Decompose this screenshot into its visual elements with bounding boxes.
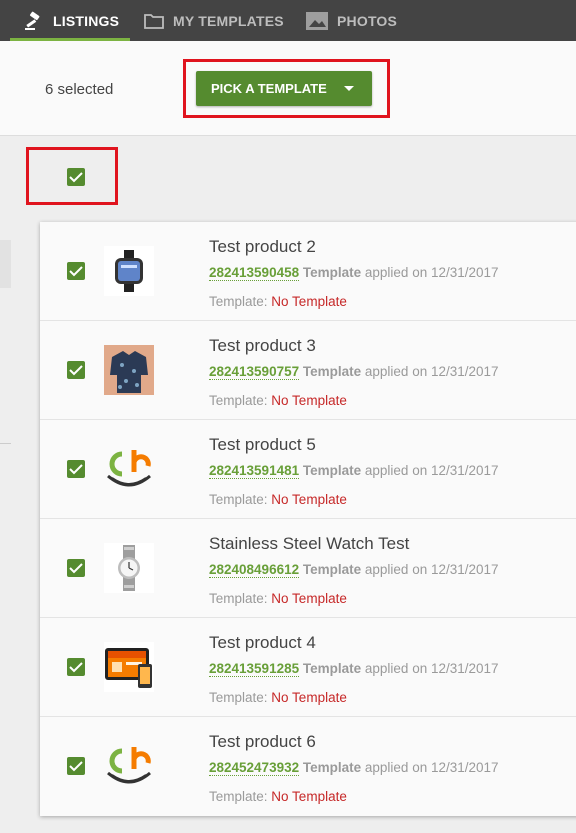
tab-photos[interactable]: PHOTOS bbox=[306, 0, 397, 41]
template-word: Template bbox=[302, 265, 362, 280]
listing-row[interactable]: Test product 4 282413591285 Template app… bbox=[40, 618, 576, 717]
template-word: Template bbox=[302, 562, 362, 577]
template-line: Template: No Template bbox=[209, 393, 347, 408]
template-line: Template: No Template bbox=[209, 591, 347, 606]
template-word: Template bbox=[302, 661, 362, 676]
listing-title[interactable]: Stainless Steel Watch Test bbox=[209, 534, 409, 554]
applied-date: applied on 12/31/2017 bbox=[364, 265, 499, 280]
listing-meta: 282408496612 Template applied on 12/31/2… bbox=[209, 562, 499, 578]
select-all-checkbox[interactable] bbox=[67, 168, 85, 186]
watch-thumbnail[interactable] bbox=[104, 543, 154, 593]
template-label: Template: bbox=[209, 492, 268, 507]
listing-checkbox[interactable] bbox=[67, 757, 85, 775]
listing-title[interactable]: Test product 4 bbox=[209, 633, 316, 653]
applied-date: applied on 12/31/2017 bbox=[364, 364, 499, 379]
template-value: No Template bbox=[271, 393, 347, 408]
template-value: No Template bbox=[271, 591, 347, 606]
listing-item-id[interactable]: 282413591481 bbox=[209, 463, 300, 479]
shirt-thumbnail[interactable] bbox=[104, 345, 154, 395]
listing-meta: 282413591481 Template applied on 12/31/2… bbox=[209, 463, 499, 479]
top-nav: LISTINGS MY TEMPLATES PHOTOS bbox=[0, 0, 576, 41]
template-word: Template bbox=[302, 463, 362, 478]
listing-title[interactable]: Test product 2 bbox=[209, 237, 316, 257]
template-line: Template: No Template bbox=[209, 294, 347, 309]
listing-row[interactable]: Test product 5 282413591481 Template app… bbox=[40, 420, 576, 519]
listing-item-id[interactable]: 282413590757 bbox=[209, 364, 300, 380]
gavel-icon bbox=[24, 11, 44, 31]
template-label: Template: bbox=[209, 690, 268, 705]
applied-date: applied on 12/31/2017 bbox=[364, 661, 499, 676]
listing-title[interactable]: Test product 6 bbox=[209, 732, 316, 752]
template-value: No Template bbox=[271, 690, 347, 705]
listing-item-id[interactable]: 282408496612 bbox=[209, 562, 300, 578]
selected-count: 6 selected bbox=[45, 81, 114, 98]
applied-date: applied on 12/31/2017 bbox=[364, 463, 499, 478]
listing-meta: 282413590757 Template applied on 12/31/2… bbox=[209, 364, 499, 380]
smartwatch-thumbnail[interactable] bbox=[104, 246, 154, 296]
listing-row[interactable]: Test product 6 282452473932 Template app… bbox=[40, 717, 576, 816]
tab-listings-label: LISTINGS bbox=[53, 12, 120, 29]
listing-item-id[interactable]: 282413590458 bbox=[209, 265, 300, 281]
template-value: No Template bbox=[271, 492, 347, 507]
logo-thumbnail[interactable] bbox=[104, 444, 154, 494]
template-word: Template bbox=[302, 364, 362, 379]
folder-icon bbox=[144, 13, 164, 29]
bulk-action-bar: 6 selected PICK A TEMPLATE bbox=[0, 41, 576, 136]
image-icon bbox=[306, 11, 328, 30]
template-label: Template: bbox=[209, 789, 268, 804]
listing-row[interactable]: Test product 3 282413590757 Template app… bbox=[40, 321, 576, 420]
listing-item-id[interactable]: 282452473932 bbox=[209, 760, 300, 776]
pick-template-label: PICK A TEMPLATE bbox=[211, 81, 327, 96]
listing-meta: 282413591285 Template applied on 12/31/2… bbox=[209, 661, 499, 677]
listing-meta: 282413590458 Template applied on 12/31/2… bbox=[209, 265, 499, 281]
listing-checkbox[interactable] bbox=[67, 559, 85, 577]
pick-template-button[interactable]: PICK A TEMPLATE bbox=[196, 71, 372, 106]
applied-date: applied on 12/31/2017 bbox=[364, 562, 499, 577]
caret-down-icon bbox=[344, 86, 354, 91]
template-line: Template: No Template bbox=[209, 789, 347, 804]
tab-listings[interactable]: LISTINGS bbox=[24, 0, 119, 41]
side-panel-edge bbox=[0, 240, 11, 288]
template-line: Template: No Template bbox=[209, 492, 347, 507]
listing-row[interactable]: Test product 2 282413590458 Template app… bbox=[40, 222, 576, 321]
listing-checkbox[interactable] bbox=[67, 658, 85, 676]
listing-title[interactable]: Test product 3 bbox=[209, 336, 316, 356]
template-line: Template: No Template bbox=[209, 690, 347, 705]
template-value: No Template bbox=[271, 789, 347, 804]
logo-thumbnail[interactable] bbox=[104, 741, 154, 791]
listing-row[interactable]: Stainless Steel Watch Test 282408496612 … bbox=[40, 519, 576, 618]
tab-my-templates-label: MY TEMPLATES bbox=[173, 12, 284, 29]
template-label: Template: bbox=[209, 393, 268, 408]
applied-date: applied on 12/31/2017 bbox=[364, 760, 499, 775]
template-word: Template bbox=[302, 760, 362, 775]
devices-thumbnail[interactable] bbox=[104, 642, 154, 692]
template-label: Template: bbox=[209, 591, 268, 606]
tab-my-templates[interactable]: MY TEMPLATES bbox=[144, 0, 284, 41]
listing-meta: 282452473932 Template applied on 12/31/2… bbox=[209, 760, 499, 776]
template-value: No Template bbox=[271, 294, 347, 309]
listing-item-id[interactable]: 282413591285 bbox=[209, 661, 300, 677]
listing-checkbox[interactable] bbox=[67, 361, 85, 379]
listing-checkbox[interactable] bbox=[67, 460, 85, 478]
side-divider bbox=[0, 443, 11, 444]
tab-photos-label: PHOTOS bbox=[337, 12, 398, 29]
listing-checkbox[interactable] bbox=[67, 262, 85, 280]
template-label: Template: bbox=[209, 294, 268, 309]
listing-title[interactable]: Test product 5 bbox=[209, 435, 316, 455]
listings-list: Test product 2 282413590458 Template app… bbox=[40, 222, 576, 816]
